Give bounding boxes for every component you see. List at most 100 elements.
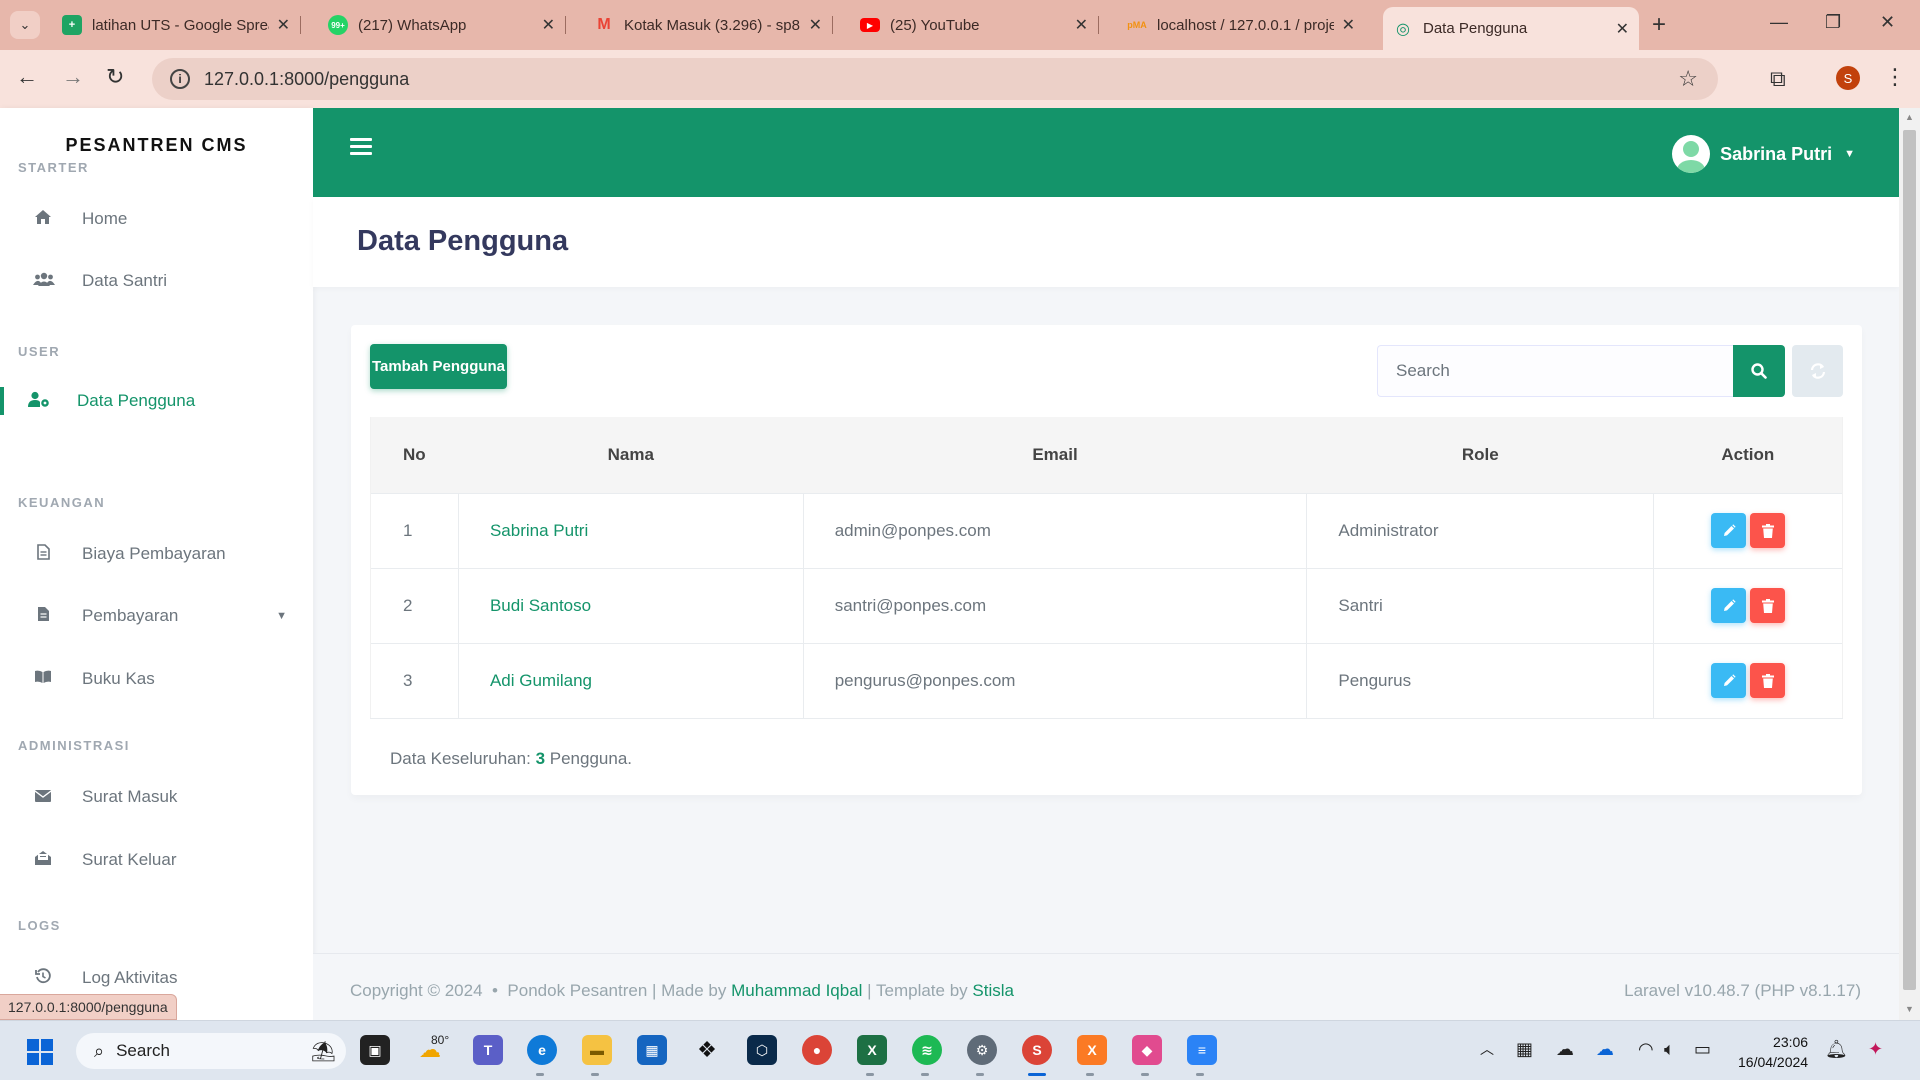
extensions-icon[interactable]: ⧉ bbox=[1770, 66, 1786, 92]
browser-tab-whatsapp[interactable]: 99+ (217) WhatsApp ✕ bbox=[318, 7, 566, 43]
brand-logo[interactable]: PESANTREN CMS bbox=[0, 135, 313, 156]
store-icon[interactable]: ▦ bbox=[637, 1035, 667, 1065]
scroll-down-icon[interactable]: ▼ bbox=[1905, 1004, 1914, 1014]
user-name-link[interactable]: Sabrina Putri bbox=[490, 521, 588, 540]
sidebar-item-data-santri[interactable]: Data Santri bbox=[0, 259, 313, 303]
taskbar: ⌕ Search ⛱ ▣ ☁ 80° T e ▬ ▦ ❖ ⬡ ● X ≋ ⚙ S… bbox=[0, 1020, 1920, 1080]
dropbox-icon[interactable]: ❖ bbox=[692, 1035, 722, 1065]
windows-start-icon[interactable] bbox=[27, 1039, 53, 1065]
scroll-up-icon[interactable]: ▲ bbox=[1905, 112, 1914, 122]
clock[interactable]: 23:06 16/04/2024 bbox=[1738, 1032, 1808, 1072]
sidebar-item-buku-kas[interactable]: Buku Kas bbox=[0, 657, 313, 701]
onedrive-icon[interactable]: ☁ bbox=[1596, 1039, 1614, 1060]
sidebar-item-label: Home bbox=[82, 209, 128, 228]
forward-icon[interactable]: → bbox=[62, 64, 84, 90]
delete-button[interactable] bbox=[1750, 513, 1786, 548]
whatsapp-icon: 99+ bbox=[328, 15, 348, 35]
taskbar-search[interactable]: ⌕ Search ⛱ bbox=[76, 1033, 346, 1069]
user-dropdown[interactable]: Sabrina Putri ▼ bbox=[1672, 135, 1855, 173]
notification-bell-icon[interactable]: 🔔︎ bbox=[1825, 1039, 1848, 1060]
copilot-icon[interactable]: ✦ bbox=[1868, 1039, 1883, 1060]
add-user-button[interactable]: Tambah Pengguna bbox=[370, 344, 507, 389]
cloud-sync-icon[interactable]: ☁ bbox=[1556, 1039, 1574, 1060]
tab-title: Kotak Masuk (3.296) - sp8 bbox=[624, 16, 800, 34]
close-tab-icon[interactable]: ✕ bbox=[1342, 15, 1355, 35]
hamburger-menu-icon[interactable] bbox=[350, 138, 372, 156]
delete-button[interactable] bbox=[1750, 663, 1786, 698]
back-icon[interactable]: ← bbox=[16, 64, 38, 90]
browser-tab-youtube[interactable]: ▶ (25) YouTube ✕ bbox=[850, 7, 1099, 43]
sidebar-item-surat-masuk[interactable]: Surat Masuk bbox=[0, 775, 313, 819]
site-info-icon[interactable]: i bbox=[170, 69, 190, 89]
sidebar-item-biaya-pembayaran[interactable]: Biaya Pembayaran bbox=[0, 532, 313, 576]
browser-tab-gmail[interactable]: M Kotak Masuk (3.296) - sp8 ✕ bbox=[584, 7, 833, 43]
sidebar-item-surat-keluar[interactable]: Surat Keluar bbox=[0, 838, 313, 882]
battery-icon[interactable]: ▭ bbox=[1694, 1039, 1711, 1060]
user-name: Sabrina Putri bbox=[1720, 143, 1833, 164]
minimize-icon[interactable]: — bbox=[1770, 12, 1788, 33]
new-tab-button[interactable]: + bbox=[1652, 11, 1666, 39]
close-tab-icon[interactable]: ✕ bbox=[1075, 15, 1088, 35]
close-tab-icon[interactable]: ✕ bbox=[1616, 19, 1629, 39]
footer-author-link[interactable]: Muhammad Iqbal bbox=[731, 981, 862, 1000]
chevron-up-icon[interactable]: ︿ bbox=[1480, 1039, 1494, 1059]
settings-icon[interactable]: ⚙ bbox=[967, 1035, 997, 1065]
close-window-icon[interactable]: ✕ bbox=[1880, 12, 1895, 33]
delete-button[interactable] bbox=[1750, 588, 1786, 623]
search-button[interactable] bbox=[1733, 345, 1785, 397]
tab-title: latihan UTS - Google Sprea bbox=[92, 16, 269, 34]
chrome-icon[interactable]: ● bbox=[802, 1035, 832, 1065]
sidebar-item-pembayaran[interactable]: Pembayaran ▼ bbox=[0, 594, 313, 638]
column-header-email[interactable]: Email bbox=[803, 417, 1307, 493]
notepad-icon[interactable]: ≡ bbox=[1187, 1035, 1217, 1065]
top-navbar: Sabrina Putri ▼ bbox=[313, 108, 1899, 197]
reload-icon[interactable]: ↻ bbox=[106, 64, 124, 90]
page-scrollbar[interactable]: ▲ ▼ bbox=[1899, 108, 1920, 1020]
envelope-open-icon bbox=[33, 851, 53, 869]
tab-search-button[interactable]: ⌄ bbox=[10, 11, 40, 39]
wifi-icon[interactable]: ◠ bbox=[1638, 1039, 1654, 1060]
column-header-nama[interactable]: Nama bbox=[458, 417, 804, 493]
edit-button[interactable] bbox=[1711, 588, 1747, 623]
browser-tab-phpmyadmin[interactable]: pMA localhost / 127.0.0.1 / proje ✕ bbox=[1117, 7, 1365, 43]
volume-icon[interactable]: 🔈︎ bbox=[1664, 1039, 1675, 1060]
column-header-no[interactable]: No bbox=[370, 417, 459, 493]
spotify-icon[interactable]: ≋ bbox=[912, 1035, 942, 1065]
browser-tab-sheets[interactable]: + latihan UTS - Google Sprea ✕ bbox=[52, 7, 301, 43]
excel-icon[interactable]: X bbox=[857, 1035, 887, 1065]
sidebar-item-data-pengguna[interactable]: Data Pengguna bbox=[0, 379, 313, 423]
close-tab-icon[interactable]: ✕ bbox=[542, 15, 555, 35]
scroll-thumb[interactable] bbox=[1903, 130, 1916, 990]
chrome-profile-icon[interactable]: S bbox=[1022, 1035, 1052, 1065]
close-tab-icon[interactable]: ✕ bbox=[809, 15, 822, 35]
menu-header-starter: STARTER bbox=[18, 160, 89, 175]
table-row: 2 Budi Santoso santri@ponpes.com Santri bbox=[370, 567, 1843, 643]
edge-icon[interactable]: e bbox=[527, 1035, 557, 1065]
bookmark-star-icon[interactable]: ☆ bbox=[1678, 66, 1698, 92]
browser-menu-icon[interactable]: ⋮ bbox=[1884, 64, 1906, 90]
footer-template-link[interactable]: Stisla bbox=[972, 981, 1014, 1000]
edit-button[interactable] bbox=[1711, 513, 1747, 548]
file-explorer-icon[interactable]: ▬ bbox=[582, 1035, 612, 1065]
git-icon[interactable]: ◆ bbox=[1132, 1035, 1162, 1065]
edit-button[interactable] bbox=[1711, 663, 1747, 698]
search-highlight-icon: ⛱ bbox=[310, 1040, 336, 1063]
vscode-icon[interactable]: ⬡ bbox=[747, 1035, 777, 1065]
teams-icon[interactable]: T bbox=[473, 1035, 503, 1065]
user-name-link[interactable]: Adi Gumilang bbox=[490, 671, 592, 690]
refresh-button[interactable] bbox=[1792, 345, 1843, 397]
address-bar[interactable]: i 127.0.0.1:8000/pengguna ☆ bbox=[152, 58, 1718, 100]
close-tab-icon[interactable]: ✕ bbox=[277, 15, 290, 35]
search-input[interactable] bbox=[1377, 345, 1733, 397]
url-text[interactable]: 127.0.0.1:8000/pengguna bbox=[204, 69, 409, 90]
xampp-icon[interactable]: X bbox=[1077, 1035, 1107, 1065]
column-header-role[interactable]: Role bbox=[1306, 417, 1654, 493]
browser-tab-data-pengguna[interactable]: ◎ Data Pengguna ✕ bbox=[1383, 7, 1639, 50]
tray-app-icon[interactable]: ▦ bbox=[1516, 1039, 1533, 1060]
user-name-link[interactable]: Budi Santoso bbox=[490, 596, 591, 615]
weather-temp: 80° bbox=[431, 1033, 450, 1047]
sidebar-item-home[interactable]: Home bbox=[0, 197, 313, 241]
restore-icon[interactable]: ❐ bbox=[1825, 12, 1841, 33]
task-view-icon[interactable]: ▣ bbox=[360, 1035, 390, 1065]
profile-avatar[interactable]: S bbox=[1836, 66, 1860, 90]
